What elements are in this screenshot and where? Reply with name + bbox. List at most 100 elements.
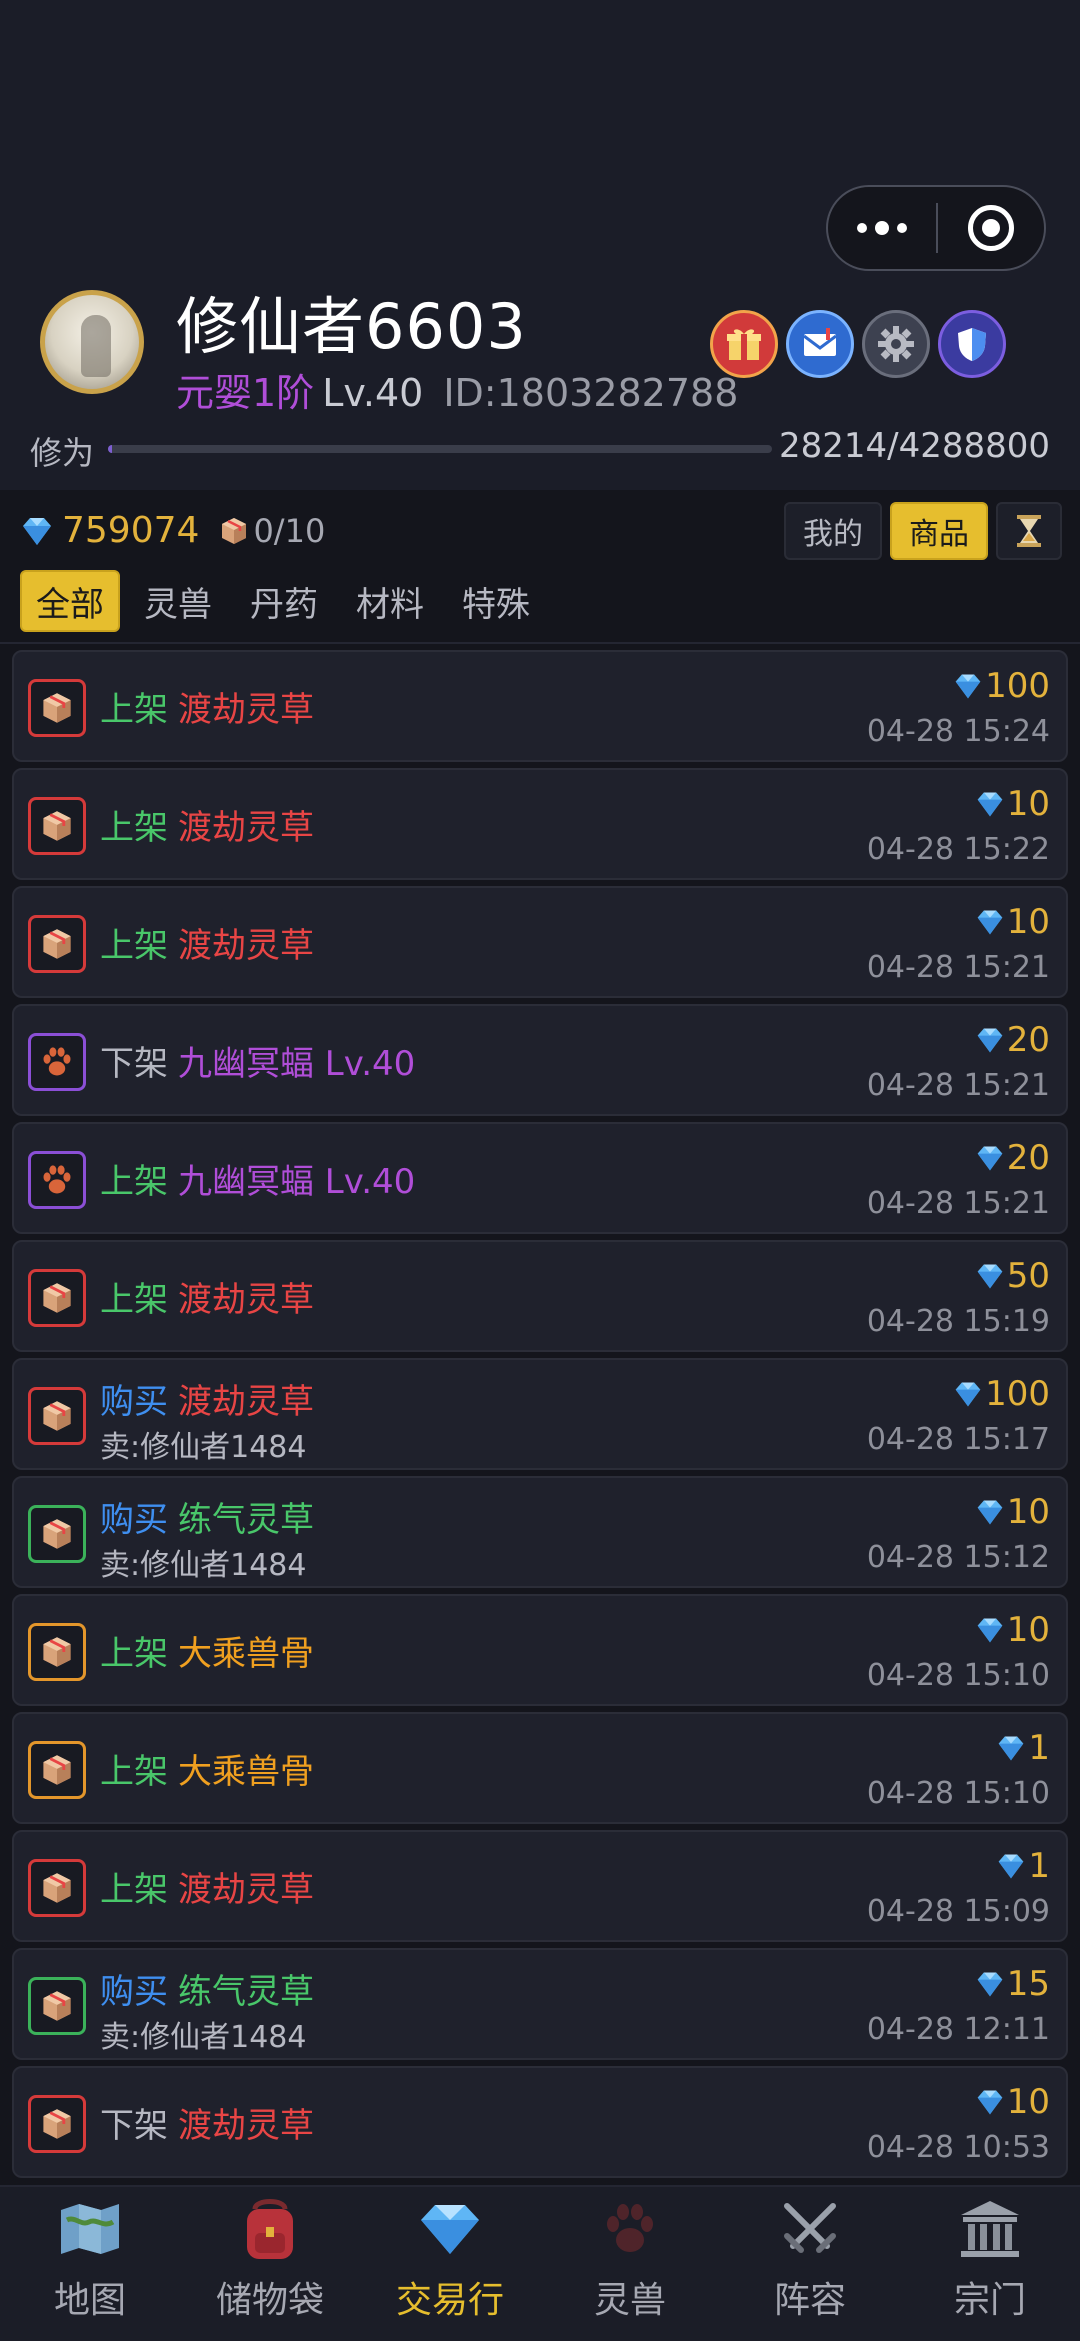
more-options-icon[interactable] bbox=[828, 221, 936, 235]
map-icon bbox=[55, 2197, 125, 2261]
gift-icon[interactable] bbox=[710, 310, 778, 378]
record-time: 04-28 10:53 bbox=[866, 2130, 1050, 2165]
gear-icon[interactable] bbox=[862, 310, 930, 378]
record-title: 上架 大乘兽骨 bbox=[100, 1626, 314, 1675]
record-item-name: 渡劫灵草 bbox=[178, 1382, 314, 1422]
trade-record-row[interactable]: 上架 渡劫灵草 50 04-28 15:19 bbox=[12, 1240, 1068, 1352]
my-listings-button[interactable]: 我的 bbox=[784, 502, 882, 560]
nav-label: 宗门 bbox=[953, 2280, 1026, 2321]
record-action: 上架 bbox=[100, 690, 168, 730]
record-title: 下架 渡劫灵草 bbox=[100, 2098, 314, 2147]
gem-icon bbox=[975, 789, 1007, 819]
paw-icon bbox=[595, 2197, 665, 2261]
miniprogram-capsule bbox=[826, 185, 1046, 271]
trade-record-row[interactable]: 购买 渡劫灵草 卖:修仙者1484 100 04-28 15:17 bbox=[12, 1358, 1068, 1470]
nav-label: 灵兽 bbox=[593, 2280, 666, 2321]
record-item-name: 渡劫灵草 bbox=[178, 926, 314, 966]
record-price-value: 20 bbox=[1006, 1020, 1050, 1060]
record-price: 10 bbox=[975, 902, 1050, 942]
record-item-name: 练气灵草 bbox=[178, 1972, 314, 2012]
tab-all[interactable]: 全部 bbox=[20, 570, 120, 632]
gem-icon bbox=[975, 1143, 1007, 1173]
category-tabs: 全部 灵兽 丹药 材料 特殊 bbox=[20, 570, 544, 632]
tab-pills[interactable]: 丹药 bbox=[236, 570, 332, 632]
gem-icon bbox=[23, 517, 51, 545]
record-action: 上架 bbox=[100, 1280, 168, 1320]
trade-record-row[interactable]: 上架 渡劫灵草 100 04-28 15:24 bbox=[12, 650, 1068, 762]
record-price: 15 bbox=[975, 1964, 1050, 2004]
trade-record-row[interactable]: 上架 九幽冥蝠 Lv.40 20 04-28 15:21 bbox=[12, 1122, 1068, 1234]
record-price-value: 20 bbox=[1006, 1138, 1050, 1178]
record-price: 1 bbox=[996, 1846, 1050, 1886]
tab-spirit-beast[interactable]: 灵兽 bbox=[130, 570, 226, 632]
diamond-icon bbox=[415, 2197, 485, 2261]
record-seller: 卖:修仙者1484 bbox=[100, 2020, 307, 2055]
record-title: 上架 渡劫灵草 bbox=[100, 682, 314, 731]
record-time: 04-28 15:09 bbox=[866, 1894, 1050, 1929]
record-title: 上架 渡劫灵草 bbox=[100, 1862, 314, 1911]
hourglass-icon[interactable] bbox=[996, 502, 1062, 560]
cultivation-label: 修为 bbox=[30, 434, 95, 472]
trade-record-row[interactable]: 上架 渡劫灵草 1 04-28 15:09 bbox=[12, 1830, 1068, 1942]
nav-formation[interactable]: 阵容 bbox=[720, 2187, 900, 2341]
trade-record-row[interactable]: 下架 九幽冥蝠 Lv.40 20 04-28 15:21 bbox=[12, 1004, 1068, 1116]
record-price: 20 bbox=[975, 1020, 1050, 1060]
gem-icon bbox=[975, 1615, 1007, 1645]
record-action: 上架 bbox=[100, 1870, 168, 1910]
trade-record-row[interactable]: 购买 练气灵草 卖:修仙者1484 10 04-28 15:12 bbox=[12, 1476, 1068, 1588]
nav-spirit-beast[interactable]: 灵兽 bbox=[540, 2187, 720, 2341]
trade-record-row[interactable]: 上架 渡劫灵草 10 04-28 15:21 bbox=[12, 886, 1068, 998]
record-price-value: 50 bbox=[1006, 1256, 1050, 1296]
trade-record-row[interactable]: 下架 渡劫灵草 10 04-28 10:53 bbox=[12, 2066, 1068, 2178]
tab-special[interactable]: 特殊 bbox=[448, 570, 544, 632]
gem-icon bbox=[975, 1969, 1007, 1999]
record-item-name: 渡劫灵草 bbox=[178, 1280, 314, 1320]
player-info: 元婴1阶 Lv.40 ID:1803282788 bbox=[176, 362, 738, 417]
record-price: 100 bbox=[953, 666, 1050, 706]
record-time: 04-28 12:11 bbox=[866, 2012, 1050, 2047]
record-action: 购买 bbox=[100, 1500, 168, 1540]
tab-materials[interactable]: 材料 bbox=[342, 570, 438, 632]
paw-icon bbox=[28, 1151, 86, 1209]
record-item-name: 大乘兽骨 bbox=[178, 1634, 314, 1674]
avatar[interactable] bbox=[40, 290, 144, 394]
close-miniprogram-icon[interactable] bbox=[938, 205, 1044, 251]
nav-trade[interactable]: 交易行 bbox=[360, 2187, 540, 2341]
paw-icon bbox=[28, 1033, 86, 1091]
trade-record-row[interactable]: 上架 渡劫灵草 10 04-28 15:22 bbox=[12, 768, 1068, 880]
record-seller: 卖:修仙者1484 bbox=[100, 1548, 307, 1583]
trade-record-row[interactable]: 购买 练气灵草卖:修仙者1484 15 04-28 12:11 bbox=[12, 1948, 1068, 2060]
record-item-name: 九幽冥蝠 Lv.40 bbox=[178, 1044, 416, 1084]
nav-label: 交易行 bbox=[395, 2280, 504, 2321]
profile-header: 修仙者6603 元婴1阶 Lv.40 ID:1803282788 修为 28214/… bbox=[0, 0, 1080, 490]
goods-button[interactable]: 商品 bbox=[890, 502, 988, 560]
record-title: 上架 渡劫灵草 bbox=[100, 918, 314, 967]
record-price-value: 10 bbox=[1006, 1492, 1050, 1532]
nav-storage[interactable]: 储物袋 bbox=[180, 2187, 360, 2341]
record-time: 04-28 15:19 bbox=[866, 1304, 1050, 1339]
shield-icon[interactable] bbox=[938, 310, 1006, 378]
record-price: 10 bbox=[975, 2082, 1050, 2122]
nav-sect[interactable]: 宗门 bbox=[900, 2187, 1080, 2341]
record-price-value: 10 bbox=[1006, 1610, 1050, 1650]
record-price: 20 bbox=[975, 1138, 1050, 1178]
record-price: 10 bbox=[975, 784, 1050, 824]
record-item-name: 九幽冥蝠 Lv.40 bbox=[178, 1162, 416, 1202]
gem-icon bbox=[975, 1025, 1007, 1055]
mail-icon[interactable] bbox=[786, 310, 854, 378]
gem-icon bbox=[975, 1497, 1007, 1527]
player-name: 修仙者6603 bbox=[176, 290, 527, 363]
record-action: 上架 bbox=[100, 1752, 168, 1792]
record-item-name: 渡劫灵草 bbox=[178, 808, 314, 848]
trade-record-row[interactable]: 上架 大乘兽骨 10 04-28 15:10 bbox=[12, 1594, 1068, 1706]
record-title: 购买 渡劫灵草 bbox=[100, 1374, 314, 1423]
nav-map[interactable]: 地图 bbox=[0, 2187, 180, 2341]
trade-record-row[interactable]: 上架 大乘兽骨 1 04-28 15:10 bbox=[12, 1712, 1068, 1824]
record-title: 购买 练气灵草 bbox=[100, 1964, 314, 2013]
record-time: 04-28 15:10 bbox=[866, 1776, 1050, 1811]
record-price: 10 bbox=[975, 1492, 1050, 1532]
temple-icon bbox=[955, 2197, 1025, 2261]
box-icon bbox=[28, 1859, 86, 1917]
record-action: 上架 bbox=[100, 1162, 168, 1202]
record-price: 50 bbox=[975, 1256, 1050, 1296]
